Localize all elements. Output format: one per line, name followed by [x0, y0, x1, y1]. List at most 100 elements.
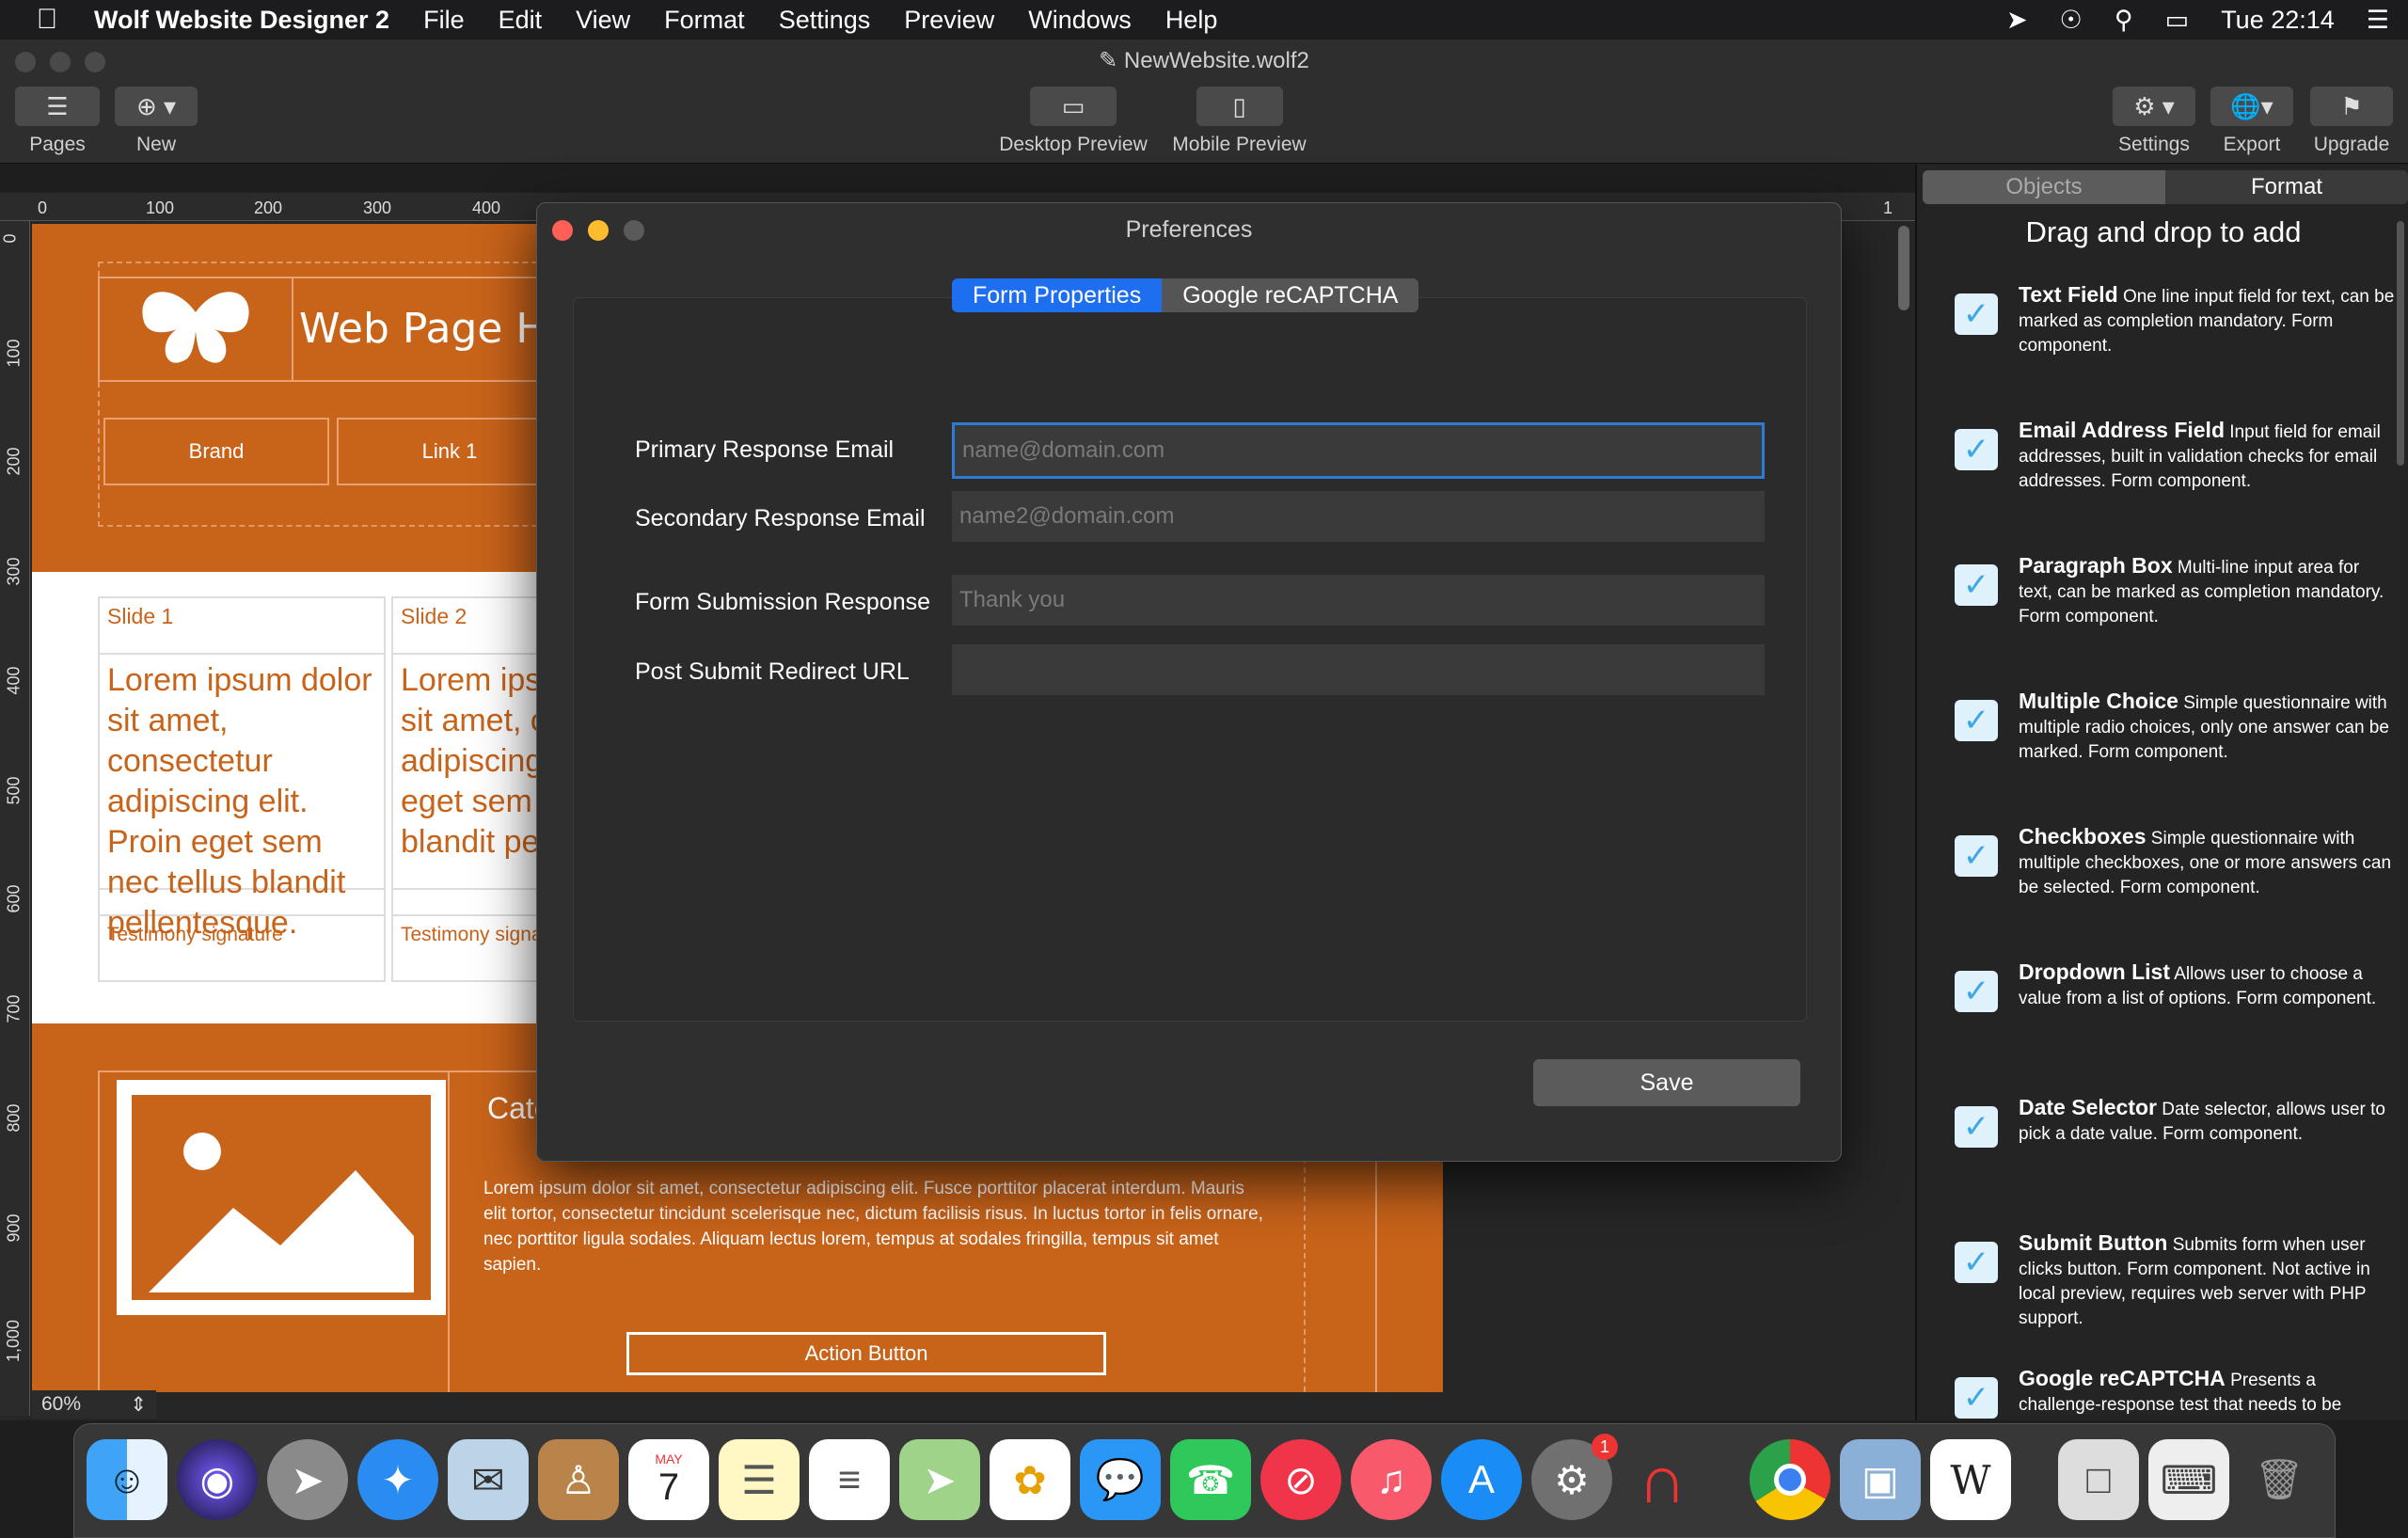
safari-icon[interactable]: ✦ — [357, 1439, 438, 1520]
dialog-tabs: Form Properties Google reCAPTCHA — [952, 278, 1419, 312]
object-multiple-choice[interactable]: ✓ Multiple Choice Simple questionnaire wi… — [1955, 689, 2397, 820]
document-icon[interactable]: □ — [2058, 1439, 2139, 1520]
clock[interactable]: Tue 22:14 — [2221, 6, 2335, 35]
tab-format[interactable]: Format — [2165, 170, 2408, 204]
image-placeholder[interactable] — [117, 1080, 446, 1315]
ruler-tick: 1,000 — [4, 1319, 24, 1363]
action-button[interactable]: Action Button — [626, 1332, 1106, 1375]
checkbox-icon: ✓ — [1955, 700, 1998, 741]
pages-button[interactable]: ☰ Pages — [15, 87, 100, 156]
object-dropdown-list[interactable]: ✓ Dropdown List Allows user to choose a v… — [1955, 959, 2397, 1091]
checkbox-icon: ✓ — [1955, 429, 1998, 470]
tab-objects[interactable]: Objects — [1923, 170, 2165, 204]
preview-icon[interactable]: ▣ — [1840, 1439, 1921, 1520]
nav-link-1[interactable]: Link 1 — [337, 418, 562, 485]
object-name: Text Field — [2019, 282, 2118, 307]
butterfly-logo-icon[interactable] — [100, 278, 293, 380]
facetime-icon[interactable]: ☎ — [1170, 1439, 1251, 1520]
siri-icon[interactable]: ◉ — [177, 1439, 258, 1520]
control-center-icon[interactable]: ☰ — [2367, 6, 2389, 35]
object-name: Dropdown List — [2019, 959, 2170, 984]
pages-icon: ☰ — [15, 87, 100, 126]
tab-form-properties[interactable]: Form Properties — [952, 278, 1163, 312]
menu-preview[interactable]: Preview — [904, 6, 994, 35]
system-preferences-icon[interactable]: ⚙ 1 — [1531, 1434, 1618, 1520]
menu-windows[interactable]: Windows — [1028, 6, 1132, 35]
canvas-scrollbar[interactable] — [1898, 226, 1909, 310]
launchpad-icon[interactable]: ➤ — [267, 1439, 348, 1520]
object-name: Paragraph Box — [2019, 553, 2173, 578]
news-icon[interactable]: ⊘ — [1260, 1439, 1341, 1520]
submission-response-input[interactable] — [952, 575, 1765, 626]
object-paragraph-box[interactable]: ✓ Paragraph Box Multi-line input area for… — [1955, 553, 2397, 685]
app-store-icon[interactable]: A — [1441, 1439, 1522, 1520]
wolf-icon[interactable]: W — [1930, 1439, 2011, 1520]
keyboard-icon[interactable]: ⌨ — [2148, 1439, 2229, 1520]
menu-edit[interactable]: Edit — [499, 6, 543, 35]
object-name: Multiple Choice — [2019, 689, 2178, 713]
menu-file[interactable]: File — [423, 6, 465, 35]
upgrade-button[interactable]: ⚑ Upgrade — [2308, 87, 2395, 156]
reminders-icon[interactable]: ≡ — [809, 1439, 890, 1520]
nav-brand[interactable]: Brand — [103, 418, 329, 485]
messages-icon[interactable]: 💬 — [1080, 1439, 1161, 1520]
calendar-icon[interactable]: MAY 7 — [628, 1439, 709, 1520]
notes-icon[interactable]: ☰ — [719, 1439, 800, 1520]
ruler-tick: 700 — [4, 994, 24, 1023]
ruler-tick: 0 — [38, 198, 48, 217]
maps-icon[interactable]: ➤ — [899, 1439, 980, 1520]
object-submit-button[interactable]: ✓ Submit Button Submits form when user cl… — [1955, 1230, 2397, 1362]
primary-email-label: Primary Response Email — [635, 436, 895, 463]
finder-icon[interactable]: ☺ — [87, 1439, 167, 1520]
secondary-email-input[interactable] — [952, 491, 1765, 542]
panel-scrollbar[interactable] — [2397, 221, 2404, 466]
password-icon[interactable]: ☉ — [2060, 6, 2083, 35]
settings-button[interactable]: ⚙ ▾ Settings — [2107, 87, 2201, 156]
menu-settings[interactable]: Settings — [779, 6, 871, 35]
gear-icon: ⚙ ▾ — [2113, 87, 2195, 126]
menu-app-name[interactable]: Wolf Website Designer 2 — [94, 6, 389, 35]
mobile-preview-button[interactable]: ▯ Mobile Preview — [1166, 87, 1312, 156]
ruler-tick: 400 — [4, 666, 24, 695]
object-checkboxes[interactable]: ✓ Checkboxes Simple questionnaire with mu… — [1955, 824, 2397, 956]
object-google-recaptcha[interactable]: ✓ Google reCAPTCHA Presents a challenge-r… — [1955, 1366, 2397, 1420]
page-header-title[interactable]: Web Page He — [299, 305, 573, 353]
location-icon[interactable]: ➤ — [2006, 6, 2028, 35]
music-icon[interactable]: ♫ — [1351, 1439, 1432, 1520]
object-name: Email Address Field — [2019, 418, 2225, 442]
save-button[interactable]: Save — [1533, 1059, 1800, 1106]
object-date-selector[interactable]: ✓ Date Selector Date selector, allows use… — [1955, 1095, 2397, 1227]
body-text[interactable]: Lorem ipsum dolor sit amet, consectetur … — [483, 1176, 1264, 1277]
checkbox-icon: ✓ — [1955, 835, 1998, 877]
mail-icon[interactable]: ✉ — [448, 1439, 529, 1520]
stepper-icon[interactable]: ⇕ — [130, 1393, 147, 1417]
zoom-control[interactable]: 60% ⇕ — [32, 1390, 156, 1419]
menu-format[interactable]: Format — [664, 6, 745, 35]
new-label: New — [135, 134, 176, 155]
search-icon[interactable]: ⚲ — [2115, 6, 2133, 35]
magnet-icon[interactable]: ∩ — [1622, 1439, 1703, 1520]
object-text-field[interactable]: ✓ Text Field One line input field for tex… — [1955, 282, 2397, 414]
menu-help[interactable]: Help — [1165, 6, 1218, 35]
slide-card-1[interactable]: Slide 1 Lorem ipsum dolor sit amet, cons… — [98, 596, 386, 982]
display-icon[interactable]: ▭ — [2165, 6, 2190, 35]
trash-icon[interactable]: 🗑 — [2239, 1439, 2320, 1520]
contacts-icon[interactable]: ♙ — [538, 1439, 619, 1520]
chrome-icon[interactable] — [1750, 1439, 1830, 1520]
menu-view[interactable]: View — [576, 6, 630, 35]
slide-title[interactable]: Slide 1 — [100, 598, 384, 655]
primary-email-input[interactable] — [952, 422, 1765, 479]
export-label: Export — [2223, 134, 2281, 155]
new-button[interactable]: ⊕ ▾ New — [115, 87, 198, 156]
object-email-field[interactable]: ✓ Email Address Field Input field for ema… — [1955, 418, 2397, 549]
tab-google-recaptcha[interactable]: Google reCAPTCHA — [1162, 278, 1419, 312]
photos-icon[interactable]: ✿ — [990, 1439, 1070, 1520]
redirect-url-input[interactable] — [952, 644, 1765, 695]
apple-menu-icon[interactable]:  — [0, 4, 94, 36]
desktop-preview-label: Desktop Preview — [999, 134, 1148, 155]
slide-text[interactable]: Lorem ipsum dolor sit amet, consectetur … — [100, 655, 384, 941]
export-button[interactable]: 🌐▾ Export — [2209, 87, 2295, 156]
desktop-preview-button[interactable]: ▭ Desktop Preview — [988, 87, 1159, 156]
secondary-email-label: Secondary Response Email — [635, 505, 926, 531]
ruler-tick: 100 — [4, 339, 24, 368]
